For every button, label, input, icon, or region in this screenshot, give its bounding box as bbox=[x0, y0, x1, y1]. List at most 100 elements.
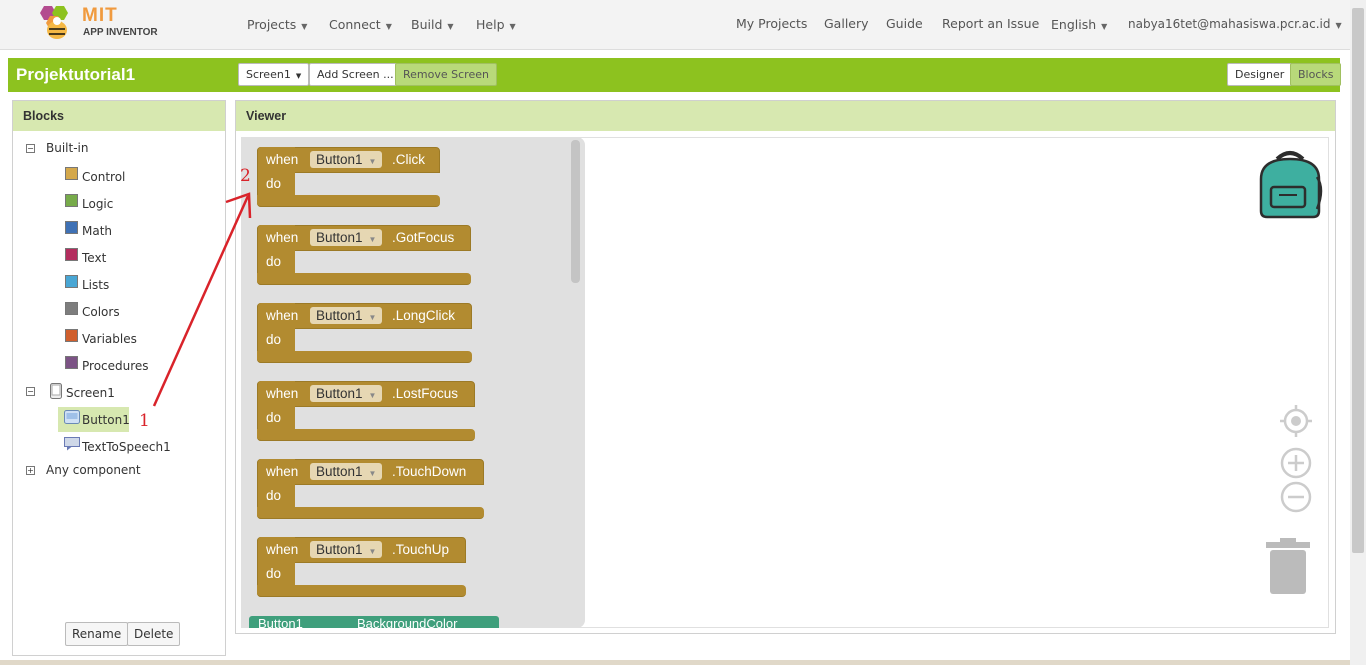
nav-connect-label: Connect bbox=[329, 17, 381, 32]
event-block-touchup[interactable]: when Button1 ▼ .TouchUp do bbox=[257, 537, 467, 597]
builtin-math[interactable]: Math bbox=[82, 224, 112, 238]
component-dropdown[interactable]: Button1 ▼ bbox=[310, 541, 383, 558]
logic-color-swatch bbox=[65, 194, 78, 207]
event-block-touchdown[interactable]: when Button1 ▼ .TouchDown do bbox=[257, 459, 485, 519]
caret-down-icon: ▼ bbox=[1335, 21, 1342, 30]
builtin-control[interactable]: Control bbox=[82, 170, 125, 184]
my-projects-link[interactable]: My Projects bbox=[736, 16, 807, 31]
text-color-swatch bbox=[65, 248, 78, 261]
app-inventor-logo-icon bbox=[40, 6, 68, 39]
component-dropdown[interactable]: Button1 ▼ bbox=[310, 385, 383, 402]
block-event-name: .TouchDown bbox=[392, 464, 467, 479]
page-scrollbar-thumb[interactable] bbox=[1352, 8, 1364, 553]
caret-down-icon: ▼ bbox=[368, 157, 377, 166]
screen1-tree-item[interactable]: Screen1 bbox=[66, 386, 115, 400]
add-screen-button[interactable]: Add Screen ... bbox=[309, 63, 402, 86]
colors-color-swatch bbox=[65, 302, 78, 315]
any-component-tree-item[interactable]: Any component bbox=[46, 463, 141, 477]
remove-screen-button[interactable]: Remove Screen bbox=[395, 63, 497, 86]
builtin-variables[interactable]: Variables bbox=[82, 332, 137, 346]
annotation-arrow bbox=[152, 192, 252, 407]
property-block-component: Button1 bbox=[258, 616, 303, 628]
event-block-lostfocus[interactable]: when Button1 ▼ .LostFocus do bbox=[257, 381, 476, 441]
component-dropdown-value: Button1 bbox=[316, 308, 363, 323]
block-when-label: when bbox=[266, 542, 299, 557]
builtin-logic[interactable]: Logic bbox=[82, 197, 113, 211]
report-issue-link[interactable]: Report an Issue bbox=[942, 16, 1039, 31]
caret-down-icon: ▼ bbox=[1101, 22, 1108, 31]
component-dropdown[interactable]: Button1 ▼ bbox=[310, 229, 383, 246]
project-toolbar: Projektutorial1 Screen1 ▼ Add Screen ... … bbox=[8, 58, 1342, 92]
button-component-icon bbox=[64, 410, 80, 424]
math-color-swatch bbox=[65, 221, 78, 234]
annotation-number-1: 1 bbox=[139, 411, 150, 431]
backpack-icon[interactable] bbox=[1255, 149, 1325, 221]
nav-connect-menu[interactable]: Connect ▼ bbox=[329, 17, 392, 32]
viewer-panel-title: Viewer bbox=[236, 101, 1335, 131]
block-event-name: .LongClick bbox=[392, 308, 456, 323]
caret-down-icon: ▼ bbox=[368, 547, 377, 556]
designer-button[interactable]: Designer bbox=[1227, 63, 1293, 86]
project-title: Projektutorial1 bbox=[16, 65, 136, 84]
nav-build-label: Build bbox=[411, 17, 443, 32]
block-do-label: do bbox=[266, 332, 282, 347]
component-dropdown-value: Button1 bbox=[316, 386, 363, 401]
component-dropdown[interactable]: Button1 ▼ bbox=[310, 151, 383, 168]
bottom-taskbar-strip bbox=[0, 660, 1350, 665]
builtin-lists[interactable]: Lists bbox=[82, 278, 109, 292]
block-event-name: .LostFocus bbox=[392, 386, 459, 401]
block-do-label: do bbox=[266, 254, 282, 269]
user-account-menu[interactable]: nabya16tet@mahasiswa.pcr.ac.id ▼ bbox=[1128, 17, 1342, 31]
zoom-in-icon[interactable] bbox=[1280, 447, 1312, 479]
trash-icon[interactable] bbox=[1266, 538, 1310, 596]
component-texttospeech1[interactable]: TextToSpeech1 bbox=[82, 440, 171, 454]
expand-any-component-toggle[interactable]: + bbox=[26, 466, 35, 475]
caret-down-icon: ▼ bbox=[368, 391, 377, 400]
property-block-property: BackgroundColor bbox=[357, 616, 458, 628]
event-block-gotfocus[interactable]: when Button1 ▼ .GotFocus do bbox=[257, 225, 472, 285]
caret-down-icon: ▼ bbox=[368, 313, 377, 322]
zoom-out-icon[interactable] bbox=[1280, 481, 1312, 513]
language-menu[interactable]: English ▼ bbox=[1051, 17, 1107, 32]
block-event-name: .TouchUp bbox=[392, 542, 450, 557]
block-event-name: .GotFocus bbox=[392, 230, 455, 245]
delete-button[interactable]: Delete bbox=[127, 622, 181, 646]
app-inventor-logo[interactable]: MIT APP INVENTOR bbox=[36, 4, 166, 44]
event-block-longclick[interactable]: when Button1 ▼ .LongClick do bbox=[257, 303, 473, 363]
recenter-icon[interactable] bbox=[1280, 405, 1312, 437]
lists-color-swatch bbox=[65, 275, 78, 288]
nav-build-menu[interactable]: Build ▼ bbox=[411, 17, 454, 32]
component-dropdown-value: Button1 bbox=[316, 464, 363, 479]
builtin-procedures[interactable]: Procedures bbox=[82, 359, 149, 373]
block-event-name: .Click bbox=[392, 152, 425, 167]
builtin-tree-item[interactable]: Built-in bbox=[46, 141, 88, 155]
collapse-screen1-toggle[interactable]: − bbox=[26, 387, 35, 396]
gallery-link[interactable]: Gallery bbox=[824, 16, 869, 31]
builtin-text[interactable]: Text bbox=[82, 251, 106, 265]
nav-projects-menu[interactable]: Projects ▼ bbox=[247, 17, 307, 32]
blocks-panel-title: Blocks bbox=[13, 101, 225, 131]
logo-app-inventor-text: APP INVENTOR bbox=[83, 27, 158, 38]
language-label: English bbox=[1051, 17, 1097, 32]
screen-icon bbox=[50, 383, 62, 399]
property-getter-block[interactable]: Button1 BackgroundColor bbox=[249, 616, 499, 628]
caret-down-icon: ▼ bbox=[301, 22, 308, 31]
block-when-label: when bbox=[266, 464, 299, 479]
block-do-label: do bbox=[266, 410, 282, 425]
block-when-label: when bbox=[266, 308, 299, 323]
collapse-builtin-toggle[interactable]: − bbox=[26, 144, 35, 153]
nav-help-menu[interactable]: Help ▼ bbox=[476, 17, 516, 32]
builtin-colors[interactable]: Colors bbox=[82, 305, 120, 319]
event-block-click[interactable]: when Button1 ▼ .Click do bbox=[257, 147, 441, 207]
component-dropdown[interactable]: Button1 ▼ bbox=[310, 307, 383, 324]
guide-link[interactable]: Guide bbox=[886, 16, 923, 31]
block-when-label: when bbox=[266, 386, 299, 401]
blocks-button[interactable]: Blocks bbox=[1290, 63, 1342, 86]
rename-button[interactable]: Rename bbox=[65, 622, 129, 646]
screen-select-dropdown[interactable]: Screen1 ▼ bbox=[238, 63, 310, 86]
component-button1[interactable]: Button1 bbox=[82, 413, 130, 427]
component-dropdown-value: Button1 bbox=[316, 230, 363, 245]
procedures-color-swatch bbox=[65, 356, 78, 369]
component-dropdown[interactable]: Button1 ▼ bbox=[310, 463, 383, 480]
flyout-scrollbar-thumb[interactable] bbox=[571, 140, 580, 283]
